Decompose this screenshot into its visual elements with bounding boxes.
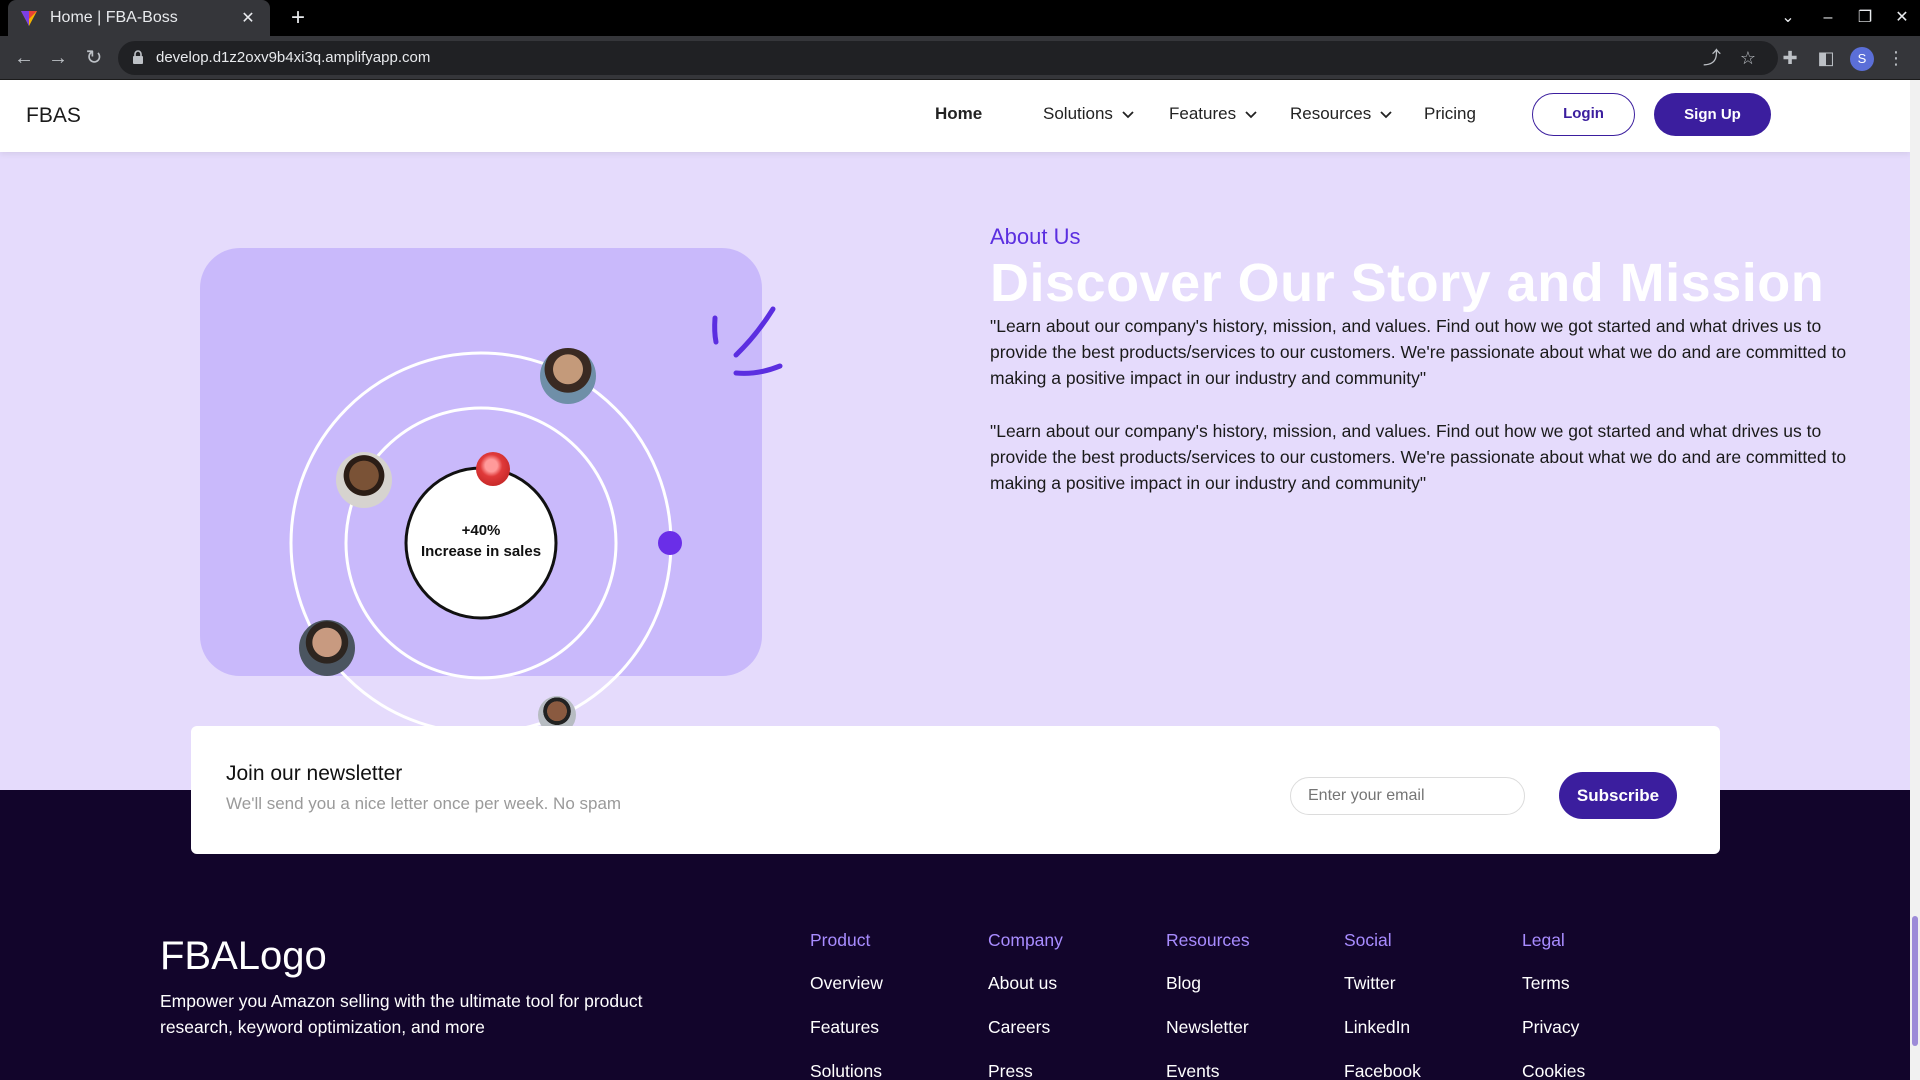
footer-link[interactable]: Features xyxy=(810,1017,883,1041)
nav-link-solutions[interactable]: Solutions xyxy=(1043,104,1135,124)
chevron-down-icon xyxy=(1380,111,1392,119)
footer-link[interactable]: Facebook xyxy=(1344,1061,1421,1080)
chevron-down-icon xyxy=(1122,111,1134,119)
nav-link-home[interactable]: Home xyxy=(935,104,982,124)
footer-tagline: Empower you Amazon selling with the ulti… xyxy=(160,991,643,1037)
avatar xyxy=(336,452,392,508)
footer-link[interactable]: LinkedIn xyxy=(1344,1017,1421,1041)
chevron-down-icon xyxy=(1245,111,1257,119)
browser-tab-strip: Home | FBA-Boss ✕ + ⌄ – ❐ ✕ xyxy=(0,0,1920,36)
nav-link-label: Home xyxy=(935,104,983,123)
footer-link[interactable]: Cookies xyxy=(1522,1061,1585,1080)
about-paragraph: "Learn about our company's history, miss… xyxy=(990,421,1847,493)
nav-link-label: Resources xyxy=(1290,104,1372,123)
footer-column-resources: Resources Blog Newsletter Events xyxy=(1166,930,1250,1080)
nav-link-label: Pricing xyxy=(1424,104,1476,123)
sales-stat-label: Increase in sales xyxy=(420,543,542,560)
nav-link-pricing[interactable]: Pricing xyxy=(1424,104,1476,124)
tab-search-chevron-icon[interactable]: ⌄ xyxy=(1768,0,1808,36)
url-text: develop.d1z2oxv9b4xi3q.amplifyapp.com xyxy=(156,49,431,66)
footer-column-heading: Social xyxy=(1344,930,1392,950)
newsletter-card: Join our newsletter We'll send you a nic… xyxy=(191,726,1720,854)
page-scrollbar[interactable] xyxy=(1910,80,1920,1080)
sales-stat-value: +40% xyxy=(461,522,501,539)
footer-link[interactable]: Solutions xyxy=(810,1061,883,1080)
browser-toolbar: ← → ↻ develop.d1z2oxv9b4xi3q.amplifyapp.… xyxy=(0,36,1920,80)
share-icon[interactable]: ⤴ xyxy=(1698,44,1726,72)
footer-link[interactable]: Events xyxy=(1166,1061,1250,1080)
login-button[interactable]: Login xyxy=(1532,93,1635,136)
bookmark-star-icon[interactable]: ☆ xyxy=(1734,44,1762,72)
footer-link[interactable]: Terms xyxy=(1522,973,1585,997)
orbit-dot xyxy=(658,531,682,555)
footer-link[interactable]: Privacy xyxy=(1522,1017,1585,1041)
reload-icon[interactable]: ↻ xyxy=(80,44,108,72)
footer-logo[interactable]: FBALogo xyxy=(160,934,327,979)
footer-column-heading: Legal xyxy=(1522,930,1565,950)
scrollbar-thumb[interactable] xyxy=(1912,916,1918,1046)
browser-menu-icon[interactable]: ⋮ xyxy=(1882,44,1910,72)
tab-close-icon[interactable]: ✕ xyxy=(238,8,258,28)
back-arrow-icon[interactable]: ← xyxy=(10,44,38,72)
footer-column-heading: Company xyxy=(988,930,1063,950)
forward-arrow-icon[interactable]: → xyxy=(44,44,72,72)
avatar xyxy=(299,620,355,676)
subscribe-button[interactable]: Subscribe xyxy=(1559,772,1677,819)
email-input[interactable] xyxy=(1290,777,1525,815)
footer-link[interactable]: Newsletter xyxy=(1166,1017,1250,1041)
section-title: Discover Our Story and Mission xyxy=(990,253,1825,313)
new-tab-button[interactable]: + xyxy=(284,4,312,32)
nav-link-label: Solutions xyxy=(1043,104,1113,123)
about-paragraph: "Learn about our company's history, miss… xyxy=(990,316,1847,388)
nav-link-features[interactable]: Features xyxy=(1169,104,1258,124)
close-window-icon[interactable]: ✕ xyxy=(1882,0,1920,36)
footer-column-heading: Resources xyxy=(1166,930,1250,950)
avatar xyxy=(540,348,596,404)
footer-link[interactable]: Twitter xyxy=(1344,973,1421,997)
newsletter-subtitle: We'll send you a nice letter once per we… xyxy=(226,794,622,813)
footer-column-legal: Legal Terms Privacy Cookies xyxy=(1522,930,1585,1080)
footer-link[interactable]: About us xyxy=(988,973,1063,997)
footer-link[interactable]: Press xyxy=(988,1061,1063,1080)
browser-tab[interactable]: Home | FBA-Boss ✕ xyxy=(8,0,270,36)
sparkle-lines-icon xyxy=(712,306,783,376)
section-eyebrow: About Us xyxy=(990,224,1081,249)
profile-avatar[interactable]: S xyxy=(1850,47,1874,71)
footer-column-social: Social Twitter LinkedIn Facebook xyxy=(1344,930,1421,1080)
footer-column-company: Company About us Careers Press xyxy=(988,930,1063,1080)
address-bar[interactable]: develop.d1z2oxv9b4xi3q.amplifyapp.com xyxy=(118,41,1778,75)
signup-button[interactable]: Sign Up xyxy=(1654,93,1771,136)
sales-stat: +40% Increase in sales xyxy=(405,520,557,562)
lock-icon xyxy=(133,50,143,64)
page-viewport: FBAS Home Solutions Features Resources P… xyxy=(0,80,1920,1080)
extensions-puzzle-icon[interactable]: ✚ xyxy=(1776,44,1804,72)
restore-window-icon[interactable]: ❐ xyxy=(1845,0,1885,36)
footer-link[interactable]: Careers xyxy=(988,1017,1063,1041)
tab-title: Home | FBA-Boss xyxy=(50,9,178,26)
site-favicon-icon xyxy=(21,11,37,26)
footer-link[interactable]: Overview xyxy=(810,973,883,997)
minimize-window-icon[interactable]: – xyxy=(1808,0,1848,36)
footer-column-heading: Product xyxy=(810,930,871,950)
orbit-illustration xyxy=(289,306,783,735)
side-panel-icon[interactable]: ◧ xyxy=(1812,44,1840,72)
nav-link-resources[interactable]: Resources xyxy=(1290,104,1393,124)
nav-link-label: Features xyxy=(1169,104,1237,123)
footer-link[interactable]: Blog xyxy=(1166,973,1250,997)
red-ball-icon xyxy=(476,452,510,486)
footer-column-product: Product Overview Features Solutions xyxy=(810,930,883,1080)
newsletter-title: Join our newsletter xyxy=(226,762,403,785)
